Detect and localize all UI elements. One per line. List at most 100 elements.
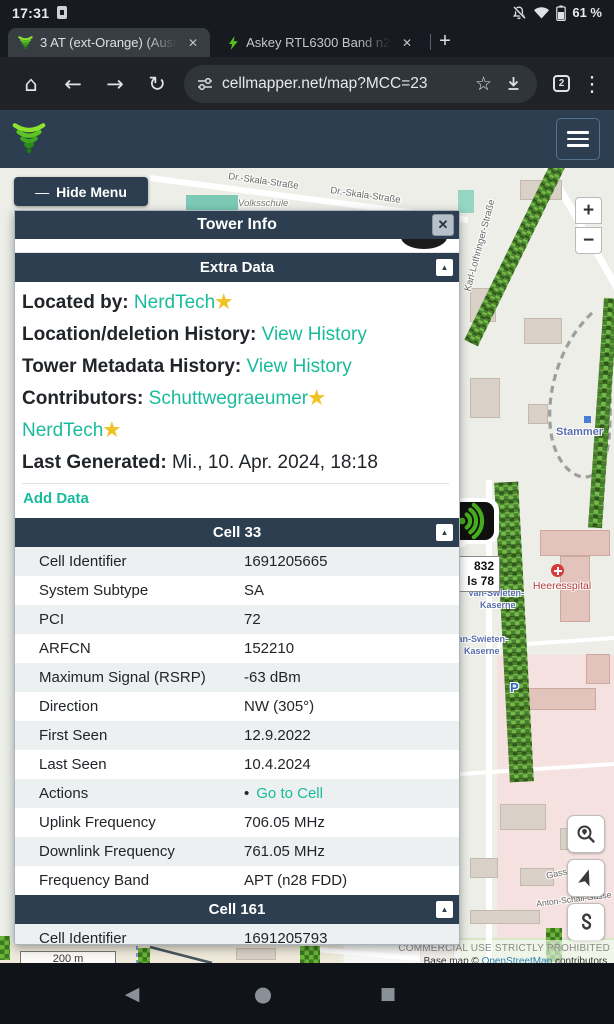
reload-button[interactable]: ↻	[136, 72, 178, 96]
table-row: First Seen12.9.2022	[15, 721, 459, 750]
located-by-label: Located by:	[22, 292, 134, 313]
zoom-out-button[interactable]: −	[575, 227, 602, 254]
menu-kebab-icon[interactable]: ⋮	[580, 72, 604, 96]
close-icon[interactable]: ✕	[432, 214, 454, 236]
cell161-table: Cell Identifier1691205793	[15, 924, 459, 945]
android-recents-button[interactable]: ■	[368, 963, 408, 1024]
metadata-history-label: Tower Metadata History:	[22, 356, 247, 377]
table-row: Maximum Signal (RSRP)-63 dBm	[15, 663, 459, 692]
tower-photo-partial	[401, 239, 447, 249]
extra-data-body: Located by: NerdTech★ Location/deletion …	[15, 282, 459, 518]
cell33-table: Cell Identifier1691205665 System Subtype…	[15, 547, 459, 895]
row-value: 1691205665	[244, 553, 459, 570]
locate-me-button[interactable]	[567, 859, 605, 897]
collapse-icon[interactable]: ▲	[436, 524, 453, 541]
row-label: First Seen	[15, 727, 244, 744]
kaserne-label: Kaserne	[480, 600, 516, 610]
metadata-history-link[interactable]: View History	[247, 356, 352, 377]
row-label: Cell Identifier	[15, 930, 244, 945]
home-button[interactable]: ⌂	[10, 72, 52, 96]
attribution-suffix: contributors.	[552, 956, 610, 963]
go-to-cell-link[interactable]: Go to Cell	[256, 785, 323, 802]
share-link-button[interactable]	[567, 903, 605, 941]
tab-askey[interactable]: Askey RTL6300 Band n2 ✕	[218, 28, 424, 57]
section-header-extra-data: Extra Data ▲	[15, 253, 459, 282]
contributor-link[interactable]: NerdTech	[22, 420, 103, 441]
cellmapper-logo-icon[interactable]	[12, 122, 46, 155]
search-location-button[interactable]	[567, 815, 605, 853]
openstreetmap-link[interactable]: OpenStreetMap	[482, 956, 553, 963]
section-title: Extra Data	[200, 259, 274, 276]
row-value: -63 dBm	[244, 669, 459, 686]
building	[500, 804, 546, 830]
location-history-label: Location/deletion History:	[22, 324, 262, 345]
android-nav-bar: ◀ ● ■	[0, 963, 614, 1024]
screen: 17:31 61 % 3 AT (ext-Orange) (Austr ✕ As…	[0, 0, 614, 1024]
table-row: System SubtypeSA	[15, 576, 459, 605]
url-text[interactable]: cellmapper.net/map?MCC=23	[222, 75, 463, 93]
row-label: Uplink Frequency	[15, 814, 244, 831]
download-icon[interactable]	[504, 75, 523, 92]
row-value: 152210	[244, 640, 459, 657]
contributor-link[interactable]: Schuttwegraeumer	[149, 388, 308, 409]
new-tab-button[interactable]: +	[437, 30, 457, 57]
add-data-link[interactable]: Add Data	[23, 490, 89, 507]
table-row: Cell Identifier1691205665	[15, 547, 459, 576]
forward-button[interactable]: →	[94, 72, 136, 96]
row-label: Maximum Signal (RSRP)	[15, 669, 244, 686]
place-label: Stammer	[556, 426, 603, 438]
tower-info-panel: Tower Info ✕ Extra Data ▲ Located by: Ne…	[14, 210, 460, 945]
building	[524, 318, 562, 344]
android-back-button[interactable]: ◀	[112, 963, 152, 1024]
search-location-icon	[576, 824, 596, 844]
located-by-user-link[interactable]: NerdTech	[134, 292, 215, 313]
row-label: Actions	[15, 785, 244, 802]
notifications-off-icon	[511, 5, 527, 21]
row-label: PCI	[15, 611, 244, 628]
row-value: APT (n28 FDD)	[244, 872, 459, 889]
tab-cellmapper[interactable]: 3 AT (ext-Orange) (Austr ✕	[8, 28, 210, 57]
tab-close-icon[interactable]: ✕	[184, 34, 202, 52]
panel-header: Tower Info ✕	[15, 211, 459, 239]
bookmark-icon[interactable]: ☆	[467, 73, 500, 95]
back-button[interactable]: ←	[52, 72, 94, 96]
hospital-label: Heeresspital	[514, 580, 610, 592]
collapse-icon[interactable]: ▲	[436, 901, 453, 918]
star-icon: ★	[103, 420, 120, 441]
section-header-cell161: Cell 161 ▲	[15, 895, 459, 924]
row-label: Frequency Band	[15, 872, 244, 889]
zoom-in-button[interactable]: +	[575, 197, 602, 224]
signal-trail	[0, 936, 10, 960]
signal-trail	[138, 948, 150, 963]
link-icon	[576, 912, 596, 932]
hamburger-menu-button[interactable]	[556, 118, 600, 160]
url-bar[interactable]: cellmapper.net/map?MCC=23 ☆	[184, 65, 537, 103]
browser-toolbar: ⌂ ← → ↻ cellmapper.net/map?MCC=23 ☆ 2 ⋮	[0, 57, 614, 110]
tab-strip: 3 AT (ext-Orange) (Austr ✕ Askey RTL6300…	[0, 25, 614, 57]
tab-divider	[430, 34, 431, 50]
section-title: Cell 33	[213, 524, 261, 541]
status-bar: 17:31 61 %	[0, 0, 614, 25]
hospital-icon	[551, 564, 564, 577]
tab-close-icon[interactable]: ✕	[398, 34, 416, 52]
building	[540, 530, 610, 556]
hide-menu-button[interactable]: — Hide Menu	[14, 177, 148, 206]
tab-title: Askey RTL6300 Band n2	[246, 35, 394, 50]
collapse-icon[interactable]: ▲	[436, 259, 453, 276]
school-label: Volksschule	[238, 198, 288, 209]
tab-switcher-button[interactable]: 2	[553, 75, 570, 92]
row-value: 72	[244, 611, 459, 628]
battery-percent: 61 %	[572, 5, 602, 20]
location-history-link[interactable]: View History	[262, 324, 367, 345]
android-home-button[interactable]: ●	[243, 963, 283, 1024]
kaserne-label: Van-Swieten-	[452, 634, 508, 644]
cellmapper-navbar	[0, 110, 614, 168]
signal-trail	[300, 946, 320, 963]
device-status-icon	[57, 6, 67, 19]
building	[470, 378, 500, 418]
table-row: Frequency BandAPT (n28 FDD)	[15, 866, 459, 895]
add-data-row: Add Data	[22, 483, 449, 507]
building	[236, 948, 276, 960]
minus-icon: —	[35, 184, 49, 200]
row-value: 761.05 MHz	[244, 843, 459, 860]
